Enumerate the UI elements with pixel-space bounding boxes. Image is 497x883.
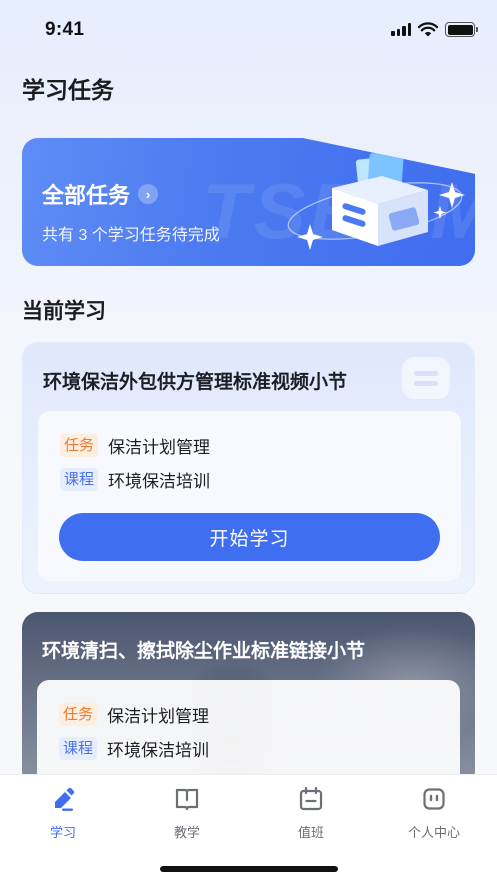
calendar-icon: [299, 786, 323, 811]
course-title: 环境保洁外包供方管理标准视频小节: [43, 372, 348, 393]
home-indicator[interactable]: [160, 866, 338, 872]
chat-bubble-icon: [402, 357, 450, 399]
task-value: 保洁计划管理: [108, 438, 211, 457]
chevron-right-icon[interactable]: ›: [138, 184, 159, 204]
start-study-button[interactable]: 开始学习: [59, 513, 440, 561]
tab-study[interactable]: 学习: [23, 785, 103, 841]
course-value: 环境保洁培训: [107, 741, 210, 760]
book-icon: [175, 788, 199, 811]
tab-duty[interactable]: 值班: [271, 785, 351, 841]
task-tag: 任务: [60, 434, 99, 457]
section-title-current-study: 当前学习: [22, 300, 106, 323]
tab-label: 值班: [297, 825, 324, 840]
course-card[interactable]: 环境保洁外包供方管理标准视频小节 任务 保洁计划管理 课程 环境保洁培训 开始学…: [22, 342, 475, 594]
wifi-icon: [418, 22, 438, 37]
tab-teaching[interactable]: 教学: [147, 785, 227, 841]
all-tasks-title[interactable]: 全部任务 ›: [42, 178, 159, 210]
tab-profile[interactable]: 个人中心: [394, 785, 474, 841]
course-tag: 课程: [60, 468, 99, 491]
task-value: 保洁计划管理: [107, 707, 210, 726]
tab-label: 教学: [173, 825, 200, 840]
task-tag: 任务: [59, 703, 98, 726]
pending-tasks-text: 共有 3 个学习任务待完成: [42, 227, 220, 244]
task-row: 任务 保洁计划管理: [59, 702, 209, 727]
tab-label: 学习: [49, 825, 76, 840]
robot-face-icon: [423, 788, 445, 810]
battery-icon: [445, 22, 478, 37]
course-row: 课程 环境保洁培训: [59, 736, 209, 761]
signal-icon: [391, 23, 411, 36]
course-title: 环境清扫、擦拭除尘作业标准链接小节: [42, 641, 366, 662]
task-box-illustration-icon: [287, 153, 465, 250]
status-bar: 9:41: [0, 0, 497, 60]
status-icons: [391, 22, 478, 37]
course-row: 课程 环境保洁培训: [60, 467, 210, 492]
all-tasks-label: 全部任务: [42, 183, 131, 208]
course-detail-panel: 任务 保洁计划管理 课程 环境保洁培训 开始学习: [38, 411, 461, 581]
tab-label: 个人中心: [407, 825, 460, 840]
course-tag: 课程: [59, 737, 98, 760]
page-title: 学习任务: [22, 77, 114, 103]
course-detail-panel: 任务 保洁计划管理 课程 环境保洁培训: [37, 680, 460, 787]
course-card[interactable]: 环境清扫、擦拭除尘作业标准链接小节 任务 保洁计划管理 课程 环境保洁培训: [22, 612, 475, 787]
all-tasks-card[interactable]: TSBCM 全部任务 › 共有 3 个学习任务待完成: [22, 138, 475, 266]
status-time: 9:41: [45, 19, 85, 40]
course-value: 环境保洁培训: [108, 472, 211, 491]
pencil-icon: [55, 787, 75, 811]
task-row: 任务 保洁计划管理: [60, 433, 210, 458]
